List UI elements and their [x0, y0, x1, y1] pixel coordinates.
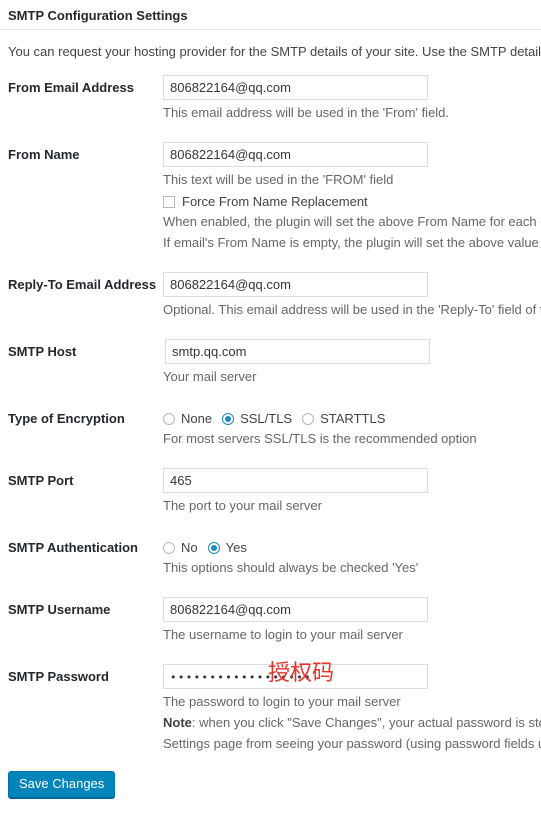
reply-to-input[interactable] — [163, 272, 428, 297]
password-masked-value: •••••••••••••••••• — [170, 671, 312, 684]
note-rest: : when you click "Save Changes", your ac… — [191, 715, 541, 730]
radio-auth-yes[interactable] — [207, 542, 220, 554]
row-reply-to: Reply-To Email Address Optional. This em… — [0, 272, 541, 319]
field-smtp-password: •••••••••••••••••• 授权码 The password to l… — [163, 661, 541, 753]
field-smtp-username: The username to login to your mail serve… — [163, 597, 541, 644]
radio-label-encryption-none: None — [181, 411, 213, 426]
field-from-email: This email address will be used in the '… — [163, 75, 541, 122]
panel-header: SMTP Configuration Settings — [0, 0, 541, 30]
radio-label-auth-yes: Yes — [225, 540, 247, 555]
field-smtp-host: Your mail server — [163, 339, 541, 386]
row-authentication: SMTP Authentication No Yes This options … — [0, 535, 541, 577]
checkbox-icon[interactable] — [163, 196, 175, 208]
hint-smtp-host: Your mail server — [163, 369, 257, 384]
hint-reply-to: Optional. This email address will be use… — [163, 302, 541, 317]
radio-auth-no[interactable] — [163, 542, 175, 554]
note-line-1: Note: when you click "Save Changes", you… — [163, 714, 541, 732]
from-name-input[interactable] — [163, 142, 428, 167]
label-smtp-host: SMTP Host — [8, 344, 77, 359]
field-from-name: This text will be used in the 'FROM' fie… — [163, 142, 541, 252]
row-smtp-username: SMTP Username The username to login to y… — [0, 597, 541, 644]
hint-encryption: For most servers SSL/TLS is the recommen… — [163, 431, 477, 446]
hint-smtp-username: The username to login to your mail serve… — [163, 627, 403, 642]
row-from-name: From Name This text will be used in the … — [0, 142, 541, 252]
hint-authentication: This options should always be checked 'Y… — [163, 560, 419, 575]
label-authentication: SMTP Authentication — [8, 540, 138, 555]
label-smtp-port: SMTP Port — [8, 473, 74, 488]
label-smtp-username: SMTP Username — [8, 602, 111, 617]
settings-form: From Email Address This email address wi… — [0, 75, 541, 753]
row-smtp-password: SMTP Password •••••••••••••••••• 授权码 The… — [0, 661, 541, 753]
note-bold-prefix: Note — [163, 715, 192, 730]
label-from-name: From Name — [8, 147, 80, 162]
save-changes-button[interactable]: Save Changes — [8, 771, 116, 798]
smtp-settings-page: SMTP Configuration Settings You can requ… — [0, 0, 541, 815]
radio-encryption-ssltls[interactable] — [222, 413, 235, 425]
row-smtp-host: SMTP Host Your mail server — [0, 339, 541, 386]
row-smtp-port: SMTP Port The port to your mail server — [0, 468, 541, 515]
radio-label-auth-no: No — [181, 540, 198, 555]
encryption-radio-group: None SSL/TLS STARTTLS — [163, 406, 541, 427]
authentication-radio-group: No Yes — [163, 535, 541, 556]
radio-encryption-starttls[interactable] — [302, 413, 315, 425]
smtp-host-input[interactable] — [165, 339, 430, 364]
force-from-name-label: Force From Name Replacement — [182, 194, 368, 209]
field-authentication: No Yes This options should always be che… — [163, 535, 541, 577]
hint-smtp-port: The port to your mail server — [163, 498, 322, 513]
field-reply-to: Optional. This email address will be use… — [163, 272, 541, 319]
submit-area: Save Changes — [0, 771, 541, 798]
row-encryption: Type of Encryption None SSL/TLS STARTTLS… — [0, 406, 541, 448]
intro-paragraph: You can request your hosting provider fo… — [8, 44, 541, 59]
radio-label-encryption-ssltls: SSL/TLS — [240, 411, 293, 426]
row-from-email: From Email Address This email address wi… — [0, 75, 541, 122]
smtp-password-input[interactable]: •••••••••••••••••• — [163, 664, 428, 689]
password-field-wrapper: •••••••••••••••••• 授权码 — [163, 661, 428, 689]
smtp-port-input[interactable] — [163, 468, 428, 493]
label-reply-to: Reply-To Email Address — [8, 277, 157, 292]
hint-from-name: This text will be used in the 'FROM' fie… — [163, 172, 394, 187]
label-smtp-password: SMTP Password — [8, 669, 109, 684]
force-from-name-checkbox-row[interactable]: Force From Name Replacement — [163, 194, 541, 210]
hint-from-name-2: When enabled, the plugin will set the ab… — [163, 214, 541, 229]
note-line-2: Settings page from seeing your password … — [163, 736, 541, 751]
field-smtp-port: The port to your mail server — [163, 468, 541, 515]
hint-smtp-password: The password to login to your mail serve… — [163, 694, 401, 709]
radio-label-encryption-starttls: STARTTLS — [320, 411, 386, 426]
smtp-username-input[interactable] — [163, 597, 428, 622]
label-encryption: Type of Encryption — [8, 411, 125, 426]
hint-from-email: This email address will be used in the '… — [163, 105, 450, 120]
page-title: SMTP Configuration Settings — [8, 8, 188, 23]
label-from-email: From Email Address — [8, 80, 134, 95]
radio-encryption-none[interactable] — [163, 413, 175, 425]
from-email-input[interactable] — [163, 75, 428, 100]
field-encryption: None SSL/TLS STARTTLS For most servers S… — [163, 406, 541, 448]
hint-from-name-3: If email's From Name is empty, the plugi… — [163, 235, 541, 250]
